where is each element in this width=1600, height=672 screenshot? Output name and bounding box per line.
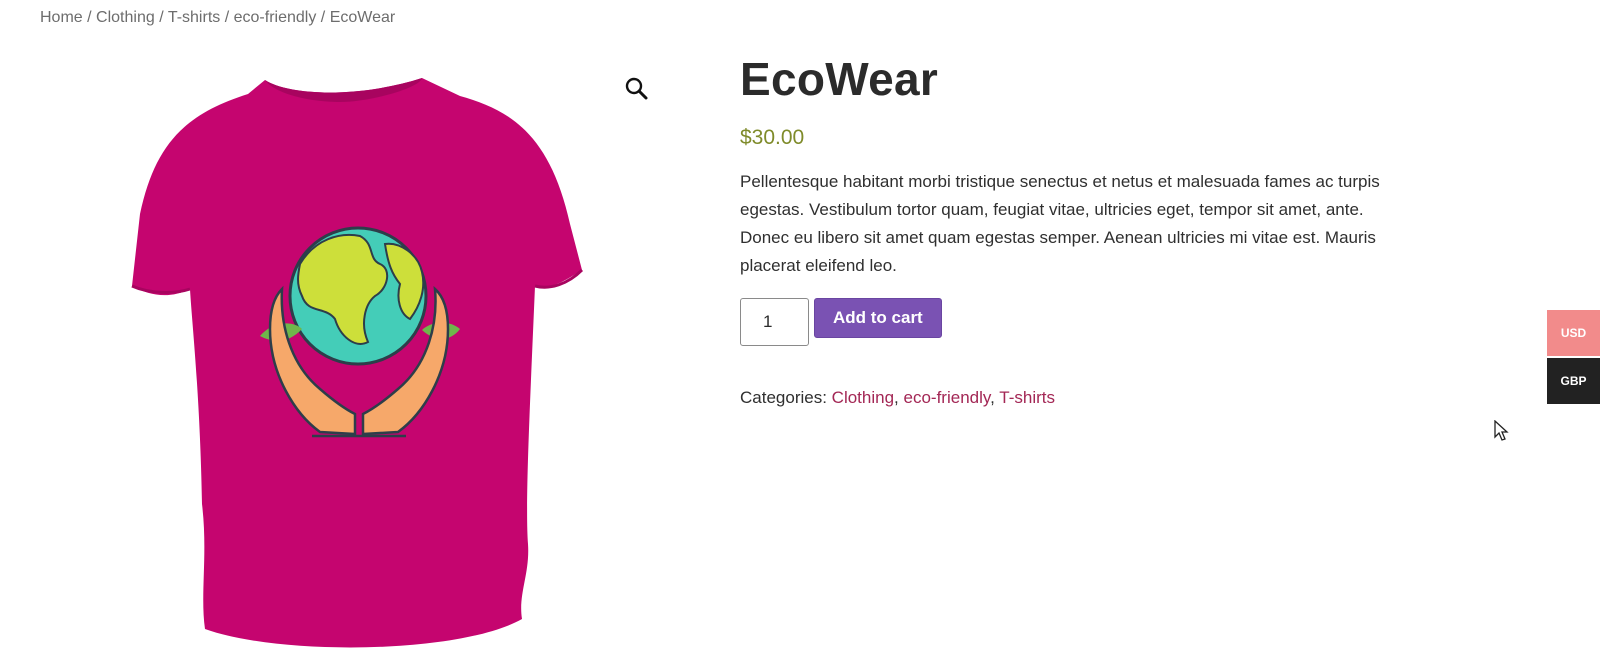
breadcrumb-home[interactable]: Home: [40, 9, 83, 26]
breadcrumb-tshirts[interactable]: T-shirts: [168, 9, 220, 26]
category-link-eco-friendly[interactable]: eco-friendly: [904, 388, 991, 407]
breadcrumb-separator: /: [159, 9, 164, 26]
breadcrumb-current: EcoWear: [329, 9, 396, 26]
product-image[interactable]: [130, 74, 590, 659]
product-price: $30.00: [740, 126, 805, 149]
mouse-cursor-icon: [1494, 420, 1509, 441]
category-link-clothing[interactable]: Clothing: [832, 388, 894, 407]
product-gallery: [40, 60, 670, 672]
product-summary: EcoWear $30.00 Pellentesque habitant mor…: [740, 48, 1390, 408]
add-to-cart-form: Add to cart: [740, 298, 1390, 346]
breadcrumb: Home / Clothing / T-shirts / eco-friendl…: [40, 9, 395, 27]
add-to-cart-button[interactable]: Add to cart: [814, 298, 942, 338]
breadcrumb-separator: /: [224, 9, 230, 26]
breadcrumb-eco-friendly[interactable]: eco-friendly: [234, 9, 317, 26]
categories-label: Categories:: [740, 388, 827, 407]
breadcrumb-separator: /: [87, 9, 92, 26]
quantity-input[interactable]: [740, 298, 809, 346]
currency-gbp-button[interactable]: GBP: [1547, 358, 1600, 404]
breadcrumb-clothing[interactable]: Clothing: [96, 9, 155, 26]
search-icon[interactable]: [622, 74, 652, 104]
currency-usd-button[interactable]: USD: [1547, 310, 1600, 356]
product-title: EcoWear: [740, 53, 939, 105]
breadcrumb-separator: /: [320, 9, 326, 26]
product-description: Pellentesque habitant morbi tristique se…: [740, 172, 1380, 275]
product-categories: Categories: Clothing, eco-friendly, T-sh…: [740, 388, 1056, 407]
category-link-tshirts[interactable]: T-shirts: [999, 388, 1055, 407]
